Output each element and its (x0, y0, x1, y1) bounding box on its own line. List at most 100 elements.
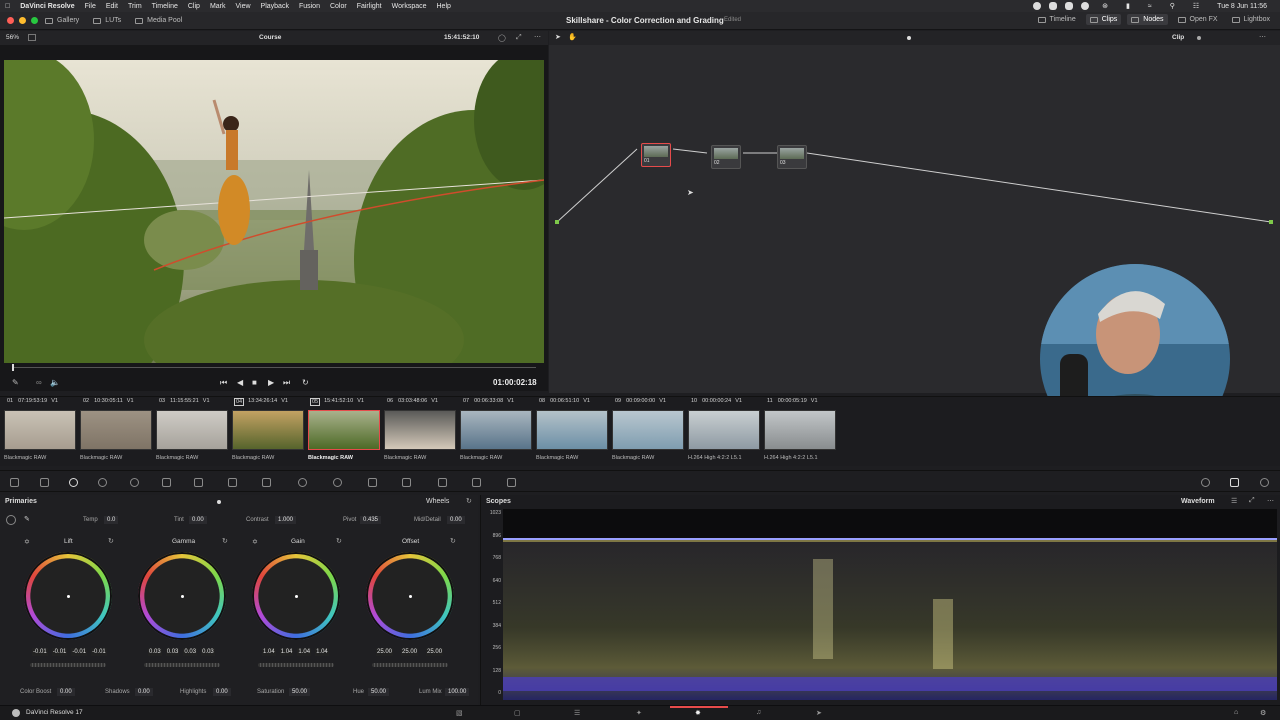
wheel-center-handle[interactable] (294, 594, 298, 598)
gain-reset-icon[interactable]: ↻ (336, 537, 342, 545)
lift-y[interactable]: -0.01 (32, 648, 48, 656)
viewer-mode-icon[interactable] (28, 34, 36, 41)
clip-thumbnail[interactable] (612, 410, 684, 450)
menu-edit[interactable]: Edit (101, 3, 123, 10)
gain-g[interactable]: 1.04 (297, 648, 312, 656)
lift-r[interactable]: -0.01 (51, 648, 68, 656)
fairlight-page-icon[interactable]: ♫ (756, 709, 761, 716)
gamma-r[interactable]: 0.03 (165, 648, 180, 656)
window-icon[interactable] (298, 478, 307, 487)
clip-thumbnail[interactable] (232, 410, 304, 450)
scopes-toggle-icon[interactable] (1230, 478, 1239, 487)
hue-value[interactable]: 50.00 (368, 688, 390, 696)
viewer-playhead[interactable] (12, 364, 14, 371)
offset-wheel[interactable] (366, 552, 454, 640)
loop-icon[interactable]: ∞ (36, 378, 42, 387)
clip-thumbnail[interactable] (384, 410, 456, 450)
lift-reset-icon[interactable]: ↻ (108, 537, 114, 545)
viewer-bypass-icon[interactable]: ◯ (498, 34, 506, 42)
cut-page-icon[interactable]: ▢ (514, 709, 521, 717)
node-02[interactable]: 02 (711, 145, 741, 169)
menu-fusion[interactable]: Fusion (294, 3, 325, 10)
fusion-page-icon[interactable]: ✦ (636, 709, 642, 717)
menu-trim[interactable]: Trim (123, 3, 147, 10)
menu-timeline[interactable]: Timeline (147, 3, 183, 10)
lift-g[interactable]: -0.01 (71, 648, 88, 656)
viewer-zoom[interactable]: 56% (6, 34, 19, 41)
menu-fairlight[interactable]: Fairlight (352, 3, 387, 10)
gain-r[interactable]: 1.04 (279, 648, 294, 656)
offset-reset-icon[interactable]: ↻ (450, 537, 456, 545)
gain-master-slider[interactable] (258, 663, 334, 667)
rgb-mixer-icon[interactable] (130, 478, 139, 487)
color-warper-icon[interactable] (228, 478, 237, 487)
color-wheels-icon[interactable] (69, 478, 78, 487)
media-pool-button[interactable]: Media Pool (128, 17, 189, 24)
eyedropper-icon[interactable]: ✎ (12, 378, 19, 387)
nodes-button[interactable]: Nodes (1127, 14, 1168, 25)
menu-color[interactable]: Color (325, 3, 352, 10)
gain-picker-icon[interactable]: ✡ (252, 538, 258, 546)
primaries-mode-selector[interactable]: Wheels (426, 498, 449, 505)
pivot-value[interactable]: 0.435 (360, 516, 382, 524)
tint-value[interactable]: 0.00 (189, 516, 207, 524)
clip-thumbnail[interactable] (460, 410, 532, 450)
hdr-wheels-icon[interactable] (98, 478, 107, 487)
gamma-master-slider[interactable] (144, 663, 220, 667)
scope-options-icon[interactable]: ⋯ (1267, 497, 1274, 505)
qualifier-icon[interactable] (262, 478, 271, 487)
clip-thumbnail[interactable] (308, 410, 380, 450)
apple-icon[interactable]:  (0, 3, 15, 10)
gallery-button[interactable]: Gallery (38, 17, 86, 24)
key-icon[interactable] (438, 478, 447, 487)
menu-help[interactable]: Help (432, 3, 456, 10)
node-01[interactable]: 01 (641, 143, 671, 167)
info-icon[interactable] (1260, 478, 1269, 487)
blur-icon[interactable] (402, 478, 411, 487)
luts-button[interactable]: LUTs (86, 17, 128, 24)
cloud-sync-icon[interactable] (1065, 2, 1074, 10)
contrast-value[interactable]: 1.000 (275, 516, 297, 524)
clips-button[interactable]: Clips (1085, 14, 1122, 25)
minimize-window-button[interactable] (19, 17, 26, 24)
scope-type-selector[interactable]: Waveform (1181, 498, 1215, 505)
shadows-value[interactable]: 0.00 (135, 688, 153, 696)
menu-workspace[interactable]: Workspace (387, 3, 432, 10)
offset-g[interactable]: 25.00 (401, 648, 419, 656)
audio-icon[interactable]: 🔈 (50, 378, 60, 387)
creative-cloud-icon[interactable] (1081, 2, 1090, 10)
picker-icon[interactable]: ✎ (24, 515, 30, 523)
bluetooth-icon[interactable]: ⊛ (1097, 2, 1113, 10)
clip-thumbnail[interactable] (80, 410, 152, 450)
search-icon[interactable]: ⚲ (1165, 2, 1180, 10)
node-mode-selector[interactable]: Clip (1172, 34, 1184, 41)
color-page-icon[interactable]: ✸ (695, 709, 701, 717)
clip-thumbnail[interactable] (536, 410, 608, 450)
wheel-center-handle[interactable] (66, 594, 70, 598)
motion-effects-icon[interactable] (162, 478, 171, 487)
keyframes-icon[interactable] (1201, 478, 1210, 487)
cloud-icon[interactable] (1049, 2, 1058, 10)
node-03[interactable]: 03 (777, 145, 807, 169)
play-icon[interactable]: ▶ (268, 378, 274, 387)
home-icon[interactable]: ⌂ (1234, 709, 1238, 716)
node-options-icon[interactable]: ⋯ (1259, 33, 1266, 41)
gamma-y[interactable]: 0.03 (148, 648, 162, 656)
lummix-value[interactable]: 100.00 (445, 688, 470, 696)
hand-tool-icon[interactable]: ✋ (568, 33, 577, 41)
3d-icon[interactable] (507, 478, 516, 487)
menu-mark[interactable]: Mark (205, 3, 231, 10)
menu-playback[interactable]: Playback (256, 3, 294, 10)
edit-page-icon[interactable]: ☰ (574, 709, 580, 717)
wheel-center-handle[interactable] (180, 594, 184, 598)
lightbox-button[interactable]: Lightbox (1228, 14, 1274, 25)
scope-expand-icon[interactable]: ⤢ (1249, 497, 1255, 505)
gamma-g[interactable]: 0.03 (183, 648, 198, 656)
clip-thumbnail[interactable] (4, 410, 76, 450)
open-fx-button[interactable]: Open FX (1174, 14, 1222, 25)
offset-r[interactable]: 25.00 (376, 648, 394, 656)
menu-clip[interactable]: Clip (183, 3, 205, 10)
clip-thumbnail[interactable] (764, 410, 836, 450)
skip-to-end-icon[interactable]: ⏭ (283, 378, 290, 388)
viewer-timeline-name[interactable]: Course (259, 34, 281, 41)
